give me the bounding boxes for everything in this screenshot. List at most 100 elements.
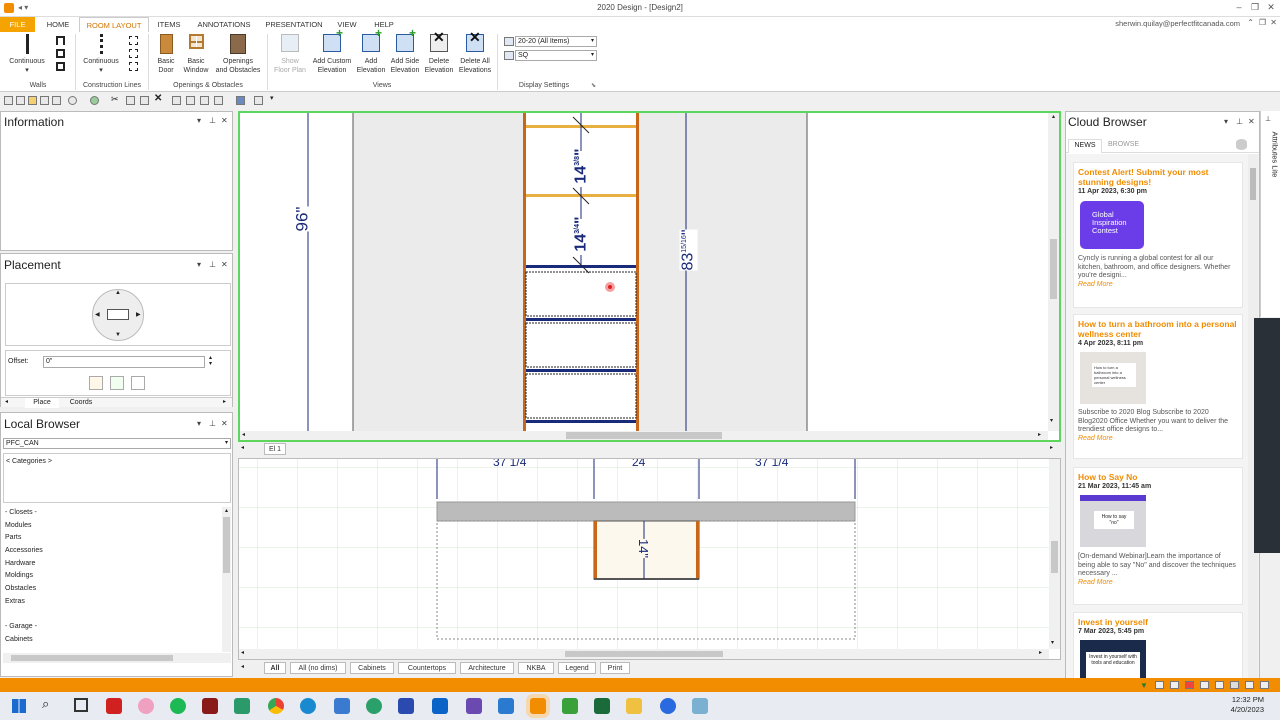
tab-browse[interactable]: BROWSE	[1108, 141, 1139, 148]
app-sheet-icon[interactable]	[594, 698, 610, 714]
paste-icon[interactable]	[140, 96, 149, 105]
scroll-thumb[interactable]	[223, 517, 230, 573]
scroll-thumb[interactable]	[1050, 239, 1057, 299]
h-scroll-thumb[interactable]	[11, 655, 173, 661]
unit-select[interactable]: SQ ▾	[515, 50, 597, 61]
grammarly-icon[interactable]	[366, 698, 382, 714]
plan-h-scrollbar[interactable]: ◂ ▸	[239, 649, 1049, 659]
app-green-icon[interactable]	[234, 698, 250, 714]
read-more-link[interactable]: Read More	[1078, 281, 1238, 288]
openings-obstacles-button[interactable]: Openings and Obstacles	[212, 34, 264, 75]
pin-icon[interactable]: ⊥	[1265, 115, 1271, 123]
tab-el-1[interactable]: El 1	[264, 443, 286, 455]
close-panel-icon[interactable]: ✕	[221, 260, 228, 269]
news-title[interactable]: Invest in yourself	[1078, 617, 1238, 627]
table-icon[interactable]	[186, 96, 195, 105]
delete-all-elevations-button[interactable]: ✕ Delete All Elevations	[456, 30, 494, 75]
panel-menu-icon[interactable]: ▾	[197, 116, 201, 125]
webinar-thumbnail[interactable]: How to say "no"	[1080, 495, 1146, 547]
tab-items[interactable]: ITEMS	[150, 17, 188, 32]
dialog-launcher-icon[interactable]: ⬊	[591, 82, 596, 89]
delete-icon[interactable]: ✕	[154, 93, 162, 104]
app-blue-icon[interactable]	[334, 698, 350, 714]
status-ortho-icon[interactable]	[1200, 681, 1209, 689]
search-icon[interactable]: ⌕	[42, 696, 49, 712]
read-more-link[interactable]: Read More	[1078, 435, 1238, 442]
basic-window-button[interactable]: Basic Window	[181, 34, 211, 75]
offset-spinner-icon[interactable]: ▴ ▾	[209, 355, 212, 367]
category-item[interactable]: Hardware	[3, 558, 231, 571]
outlook-icon[interactable]	[432, 698, 448, 714]
app-light-blue-icon[interactable]	[692, 698, 708, 714]
app-autocad-icon[interactable]	[202, 698, 218, 714]
scroll-right-icon[interactable]: ▸	[1039, 649, 1042, 656]
spotify-icon[interactable]	[170, 698, 186, 714]
tab-architecture[interactable]: Architecture	[460, 662, 514, 674]
windows-start-icon[interactable]	[12, 699, 26, 713]
list-icon[interactable]	[200, 96, 209, 105]
tab-place[interactable]: Place	[25, 398, 59, 408]
close-panel-icon[interactable]: ✕	[221, 419, 228, 428]
news-card[interactable]: How to turn a bathroom into a personal w…	[1073, 314, 1243, 459]
read-more-link[interactable]: Read More	[1078, 579, 1238, 586]
tab-home[interactable]: HOME	[38, 17, 78, 32]
add-side-elevation-button[interactable]: + Add Side Elevation	[388, 27, 422, 75]
construction-tools-icon[interactable]	[129, 36, 140, 76]
close-panel-icon[interactable]: ✕	[1248, 117, 1255, 126]
catalog-dropdown[interactable]: PFC_CAN ▾	[3, 438, 231, 449]
h-scroll-thumb[interactable]	[566, 432, 722, 439]
app-check-icon[interactable]	[498, 698, 514, 714]
close-panel-icon[interactable]: ✕	[221, 116, 228, 125]
panel-menu-icon[interactable]: ▾	[1224, 117, 1228, 126]
place-center-icon[interactable]	[110, 376, 124, 390]
category-item[interactable]: Modules	[3, 520, 231, 533]
tab-scroll-right-icon[interactable]: ▸	[223, 398, 226, 405]
scroll-up-icon[interactable]: ▴	[1048, 113, 1059, 120]
h-scroll-thumb[interactable]	[565, 651, 723, 657]
elevation-view[interactable]: 96" 143/8" 143/4" 8315/16" ▴ ▾ ◂ ▸	[238, 111, 1061, 442]
plan-v-scrollbar[interactable]: ▾	[1049, 459, 1060, 649]
user-account[interactable]: sherwin.quilay@perfectfitcanada.com	[1115, 19, 1240, 28]
tab-presentation[interactable]: PRESENTATION	[260, 17, 328, 32]
invest-thumbnail[interactable]: Invest in yourself with tools and educat…	[1080, 640, 1146, 678]
app-purple-icon[interactable]	[466, 698, 482, 714]
horizontal-scrollbar[interactable]	[3, 653, 231, 663]
scroll-thumb[interactable]	[1250, 168, 1256, 200]
zoom-icon[interactable]	[660, 698, 676, 714]
category-item[interactable]	[3, 609, 231, 622]
category-item[interactable]: Obstacles	[3, 583, 231, 596]
cut-icon[interactable]: ✂	[111, 94, 119, 105]
restore-child-icon[interactable]: ❐	[1259, 18, 1266, 27]
tab-scroll-right-icon[interactable]: ▸	[1050, 444, 1053, 451]
scroll-down-icon[interactable]: ▾	[1051, 639, 1054, 646]
undo-icon[interactable]	[68, 96, 77, 105]
panel-menu-icon[interactable]: ▾	[197, 260, 201, 269]
news-title[interactable]: How to turn a bathroom into a personal w…	[1078, 319, 1238, 339]
arrow-down-icon[interactable]: ▼	[115, 332, 121, 338]
wall-tools-icon[interactable]	[56, 36, 67, 76]
drawer-1[interactable]	[525, 271, 637, 317]
edge-icon[interactable]	[300, 698, 316, 714]
basic-door-button[interactable]: Basic Door	[152, 34, 180, 75]
news-card[interactable]: Contest Alert! Submit your most stunning…	[1073, 162, 1243, 308]
show-floor-plan-button[interactable]: Show Floor Plan	[270, 34, 310, 75]
arrow-up-icon[interactable]: ▲	[115, 290, 121, 296]
status-view-icon[interactable]	[1245, 681, 1254, 689]
collapse-ribbon-icon[interactable]: ⌃	[1247, 18, 1254, 27]
pin-icon[interactable]: ⊥	[209, 419, 216, 428]
new-icon[interactable]	[16, 96, 25, 105]
chrome-icon[interactable]	[268, 698, 284, 714]
tab-help[interactable]: HELP	[366, 17, 402, 32]
redo-icon[interactable]	[90, 96, 99, 105]
catalog-select[interactable]: 20-20 (All Items) ▾	[515, 36, 597, 47]
placement-compass[interactable]: ▲ ▼ ◀ ▶	[92, 289, 144, 341]
walls-continuous-button[interactable]: Continuous ▾	[4, 34, 50, 75]
category-item[interactable]: Extras	[3, 596, 231, 609]
arrow-left-icon[interactable]: ◀	[95, 311, 100, 318]
close-icon[interactable]: ✕	[1264, 2, 1278, 14]
app-red-icon[interactable]	[106, 698, 122, 714]
panel-menu-icon[interactable]: ▾	[197, 419, 201, 428]
category-item[interactable]: Accessories	[3, 545, 231, 558]
file-explorer-icon[interactable]	[626, 698, 642, 714]
elevation-v-scrollbar[interactable]: ▴ ▾	[1048, 113, 1059, 431]
